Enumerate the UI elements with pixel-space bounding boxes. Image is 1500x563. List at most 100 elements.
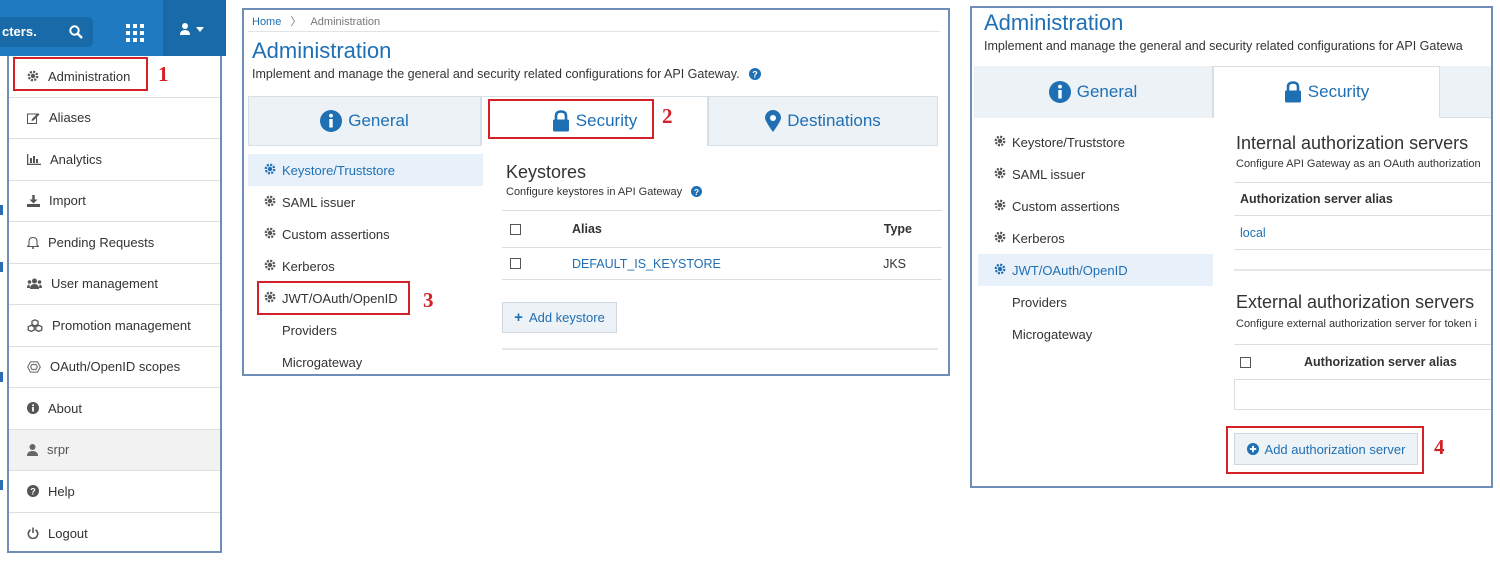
select-all-checkbox[interactable] bbox=[510, 223, 521, 235]
menu-item-import[interactable]: Import bbox=[9, 181, 220, 222]
sidebar-item-jwt-oauth-openid[interactable]: JWT/OAuth/OpenID bbox=[978, 254, 1213, 286]
step-number: 3 bbox=[423, 288, 434, 312]
hexagon-icon bbox=[27, 360, 41, 373]
sidebar-item-kerberos[interactable]: Kerberos bbox=[248, 250, 483, 282]
sidebar-item-keystore-truststore[interactable]: Keystore/Truststore bbox=[978, 126, 1213, 158]
internal-servers-subtitle: Configure API Gateway as an OAuth author… bbox=[1236, 158, 1481, 170]
tab-label: Security bbox=[1307, 82, 1370, 101]
sidebar-item-microgateway[interactable]: Microgateway bbox=[248, 346, 483, 374]
column-header-alias: Alias bbox=[572, 222, 602, 236]
search-icon[interactable] bbox=[69, 25, 83, 39]
callout-highlight bbox=[1226, 426, 1424, 474]
section-title: Keystores bbox=[506, 162, 587, 182]
sidebar-item-label: Keystore/Truststore bbox=[282, 162, 395, 178]
tab-general[interactable]: General bbox=[974, 66, 1213, 118]
gear-icon bbox=[994, 167, 1006, 178]
section-subtitle-text: Configure keystores in API Gateway bbox=[506, 186, 683, 198]
menu-item-help[interactable]: ? Help bbox=[9, 471, 220, 513]
menu-item-current-user[interactable]: srpr bbox=[9, 429, 220, 471]
keystore-type: JKS bbox=[883, 256, 906, 271]
add-keystore-button[interactable]: + Add keystore bbox=[502, 302, 617, 333]
sidebar-item-label: Custom assertions bbox=[1012, 198, 1120, 214]
menu-item-about[interactable]: About bbox=[9, 388, 220, 430]
menu-item-label: About bbox=[48, 400, 82, 416]
menu-item-aliases[interactable]: Aliases bbox=[9, 98, 220, 139]
menu-item-user-management[interactable]: User management bbox=[9, 264, 220, 305]
edge-marker bbox=[0, 205, 3, 215]
menu-item-label: Import bbox=[49, 193, 86, 209]
gear-icon bbox=[264, 195, 276, 206]
menu-item-pending-requests[interactable]: Pending Requests bbox=[9, 222, 220, 264]
table-header-row: Alias Type bbox=[502, 210, 942, 248]
callout-highlight bbox=[488, 99, 654, 139]
apps-grid-icon[interactable] bbox=[126, 24, 144, 42]
gear-icon bbox=[994, 135, 1006, 146]
internal-table-header: Authorization server alias bbox=[1234, 182, 1491, 216]
breadcrumb: Home 〉 Administration bbox=[252, 13, 380, 29]
menu-item-promotion-management[interactable]: Promotion management bbox=[9, 305, 220, 347]
menu-item-oauth-scopes[interactable]: OAuth/OpenID scopes bbox=[9, 347, 220, 388]
info-icon bbox=[1048, 81, 1071, 103]
divider bbox=[502, 348, 938, 350]
sidebar-item-label: Custom assertions bbox=[282, 226, 390, 242]
sidebar-item-label: SAML issuer bbox=[1012, 166, 1086, 182]
subtitle-text: Implement and manage the general and sec… bbox=[252, 67, 740, 81]
edge-marker bbox=[0, 480, 3, 490]
sidebar-item-providers[interactable]: Providers bbox=[248, 314, 483, 346]
sidebar-item-microgateway[interactable]: Microgateway bbox=[978, 318, 1213, 350]
tab-label: Destinations bbox=[787, 111, 881, 130]
row-checkbox[interactable] bbox=[510, 258, 521, 269]
breadcrumb-home[interactable]: Home bbox=[252, 16, 281, 28]
sidebar-item-custom-assertions[interactable]: Custom assertions bbox=[248, 218, 483, 250]
edge-marker bbox=[0, 262, 3, 272]
sidebar-item-label: Keystore/Truststore bbox=[1012, 134, 1125, 150]
column-header-alias: Authorization server alias bbox=[1304, 355, 1457, 369]
users-icon bbox=[27, 278, 42, 290]
sidebar-item-custom-assertions[interactable]: Custom assertions bbox=[978, 190, 1213, 222]
section-subtitle: Configure keystores in API Gateway ? bbox=[506, 185, 703, 198]
sidebar-item-saml-issuer[interactable]: SAML issuer bbox=[248, 186, 483, 218]
page-subtitle: Implement and manage the general and sec… bbox=[984, 39, 1463, 53]
bar-chart-icon bbox=[27, 153, 41, 165]
page-subtitle: Implement and manage the general and sec… bbox=[252, 67, 762, 81]
gear-icon bbox=[994, 263, 1006, 274]
server-alias-link[interactable]: local bbox=[1240, 226, 1266, 240]
internal-servers-title: Internal authorization servers bbox=[1236, 133, 1469, 153]
table-row: DEFAULT_IS_KEYSTORE JKS bbox=[502, 248, 942, 280]
select-all-checkbox[interactable] bbox=[1240, 356, 1251, 368]
tab-general[interactable]: General bbox=[248, 96, 481, 146]
keystore-alias-link[interactable]: DEFAULT_IS_KEYSTORE bbox=[572, 257, 721, 271]
sidebar-item-providers[interactable]: Providers bbox=[978, 286, 1213, 318]
table-row: local bbox=[1234, 216, 1491, 250]
menu-item-label: Help bbox=[48, 483, 75, 499]
download-icon bbox=[27, 194, 40, 207]
user-icon bbox=[27, 443, 38, 456]
search-text: cters. bbox=[2, 24, 37, 39]
menu-item-label: OAuth/OpenID scopes bbox=[50, 359, 181, 375]
sidebar-item-saml-issuer[interactable]: SAML issuer bbox=[978, 158, 1213, 190]
callout-highlight bbox=[257, 281, 410, 315]
menu-item-label: Analytics bbox=[50, 151, 103, 167]
help-icon[interactable]: ? bbox=[749, 67, 762, 80]
sidebar-item-kerberos[interactable]: Kerberos bbox=[978, 222, 1213, 254]
sidebar-item-label: JWT/OAuth/OpenID bbox=[1012, 262, 1128, 278]
search-input[interactable]: cters. bbox=[0, 17, 93, 47]
menu-item-logout[interactable]: Logout bbox=[9, 513, 220, 555]
gear-icon bbox=[994, 231, 1006, 242]
tab-security[interactable]: Security bbox=[1213, 66, 1440, 118]
plus-icon: + bbox=[514, 309, 523, 326]
external-table-header: Authorization server alias bbox=[1234, 344, 1491, 380]
power-icon bbox=[27, 527, 39, 540]
gear-icon bbox=[264, 259, 276, 270]
edge-marker bbox=[0, 372, 3, 382]
external-servers-title: External authorization servers bbox=[1236, 292, 1475, 312]
user-menu-button[interactable] bbox=[163, 0, 226, 56]
tab-label: General bbox=[348, 111, 409, 130]
help-icon[interactable]: ? bbox=[691, 185, 703, 197]
edit-icon bbox=[27, 112, 40, 124]
button-label: Add keystore bbox=[528, 310, 605, 325]
tab-destinations[interactable]: Destinations bbox=[708, 96, 938, 146]
page-title: Administration bbox=[252, 38, 392, 63]
sidebar-item-keystore-truststore[interactable]: Keystore/Truststore bbox=[248, 154, 483, 186]
menu-item-analytics[interactable]: Analytics bbox=[9, 139, 220, 181]
